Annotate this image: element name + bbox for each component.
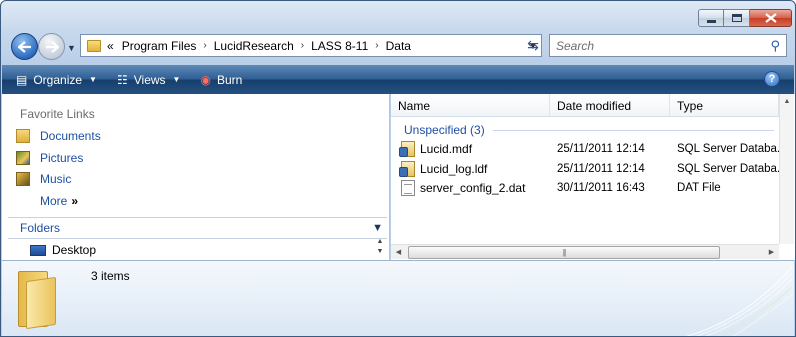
back-arrow-icon — [17, 40, 31, 53]
breadcrumb-separator[interactable]: › — [375, 40, 378, 51]
explorer-window: ▼ « Program Files › LucidResearch › LASS… — [0, 0, 796, 337]
refresh-icon: ⇆ — [527, 37, 539, 53]
column-header-name[interactable]: Name — [391, 94, 550, 117]
file-date: 30/11/2011 16:43 — [557, 182, 645, 194]
file-row[interactable]: Lucid.mdf 25/11/2011 12:14 SQL Server Da… — [391, 139, 779, 159]
favorite-label: Pictures — [40, 151, 84, 165]
navigation-scrollbar[interactable]: ▲ ▼ — [373, 237, 387, 259]
decorative-swoosh — [685, 266, 793, 336]
favorite-pictures[interactable]: Pictures — [16, 151, 83, 165]
file-date: 25/11/2011 12:14 — [557, 143, 645, 155]
file-name: Lucid.mdf — [420, 142, 473, 156]
forward-button[interactable] — [38, 33, 65, 60]
more-links[interactable]: More» — [40, 194, 78, 208]
views-menu[interactable]: ☷ Views ▼ — [111, 69, 186, 91]
chevron-down-icon: ▼ — [172, 75, 181, 84]
scroll-left-icon[interactable]: ◀ — [391, 248, 406, 256]
maximize-icon — [731, 14, 742, 22]
tree-item-desktop[interactable]: Desktop — [30, 243, 96, 257]
scroll-up-icon[interactable]: ▲ — [373, 237, 387, 247]
favorite-music[interactable]: Music — [16, 172, 71, 186]
scroll-right-icon[interactable]: ▶ — [764, 248, 779, 256]
scroll-up-icon[interactable]: ▲ — [780, 94, 794, 109]
refresh-button[interactable]: ⇆ — [518, 34, 548, 57]
help-button[interactable]: ? — [764, 71, 780, 87]
pictures-icon — [16, 151, 30, 165]
search-box[interactable]: Search ⚲ — [549, 34, 787, 57]
double-chevron-icon: » — [71, 194, 79, 208]
search-input[interactable]: Search — [556, 39, 594, 53]
organize-icon: ▤ — [16, 72, 28, 87]
minimize-icon — [706, 19, 716, 23]
forward-arrow-icon — [45, 40, 59, 53]
file-row[interactable]: server_config_2.dat 30/11/2011 16:43 DAT… — [391, 178, 779, 198]
dat-file-icon — [401, 180, 415, 196]
breadcrumb-separator[interactable]: › — [301, 40, 304, 51]
file-date: 25/11/2011 12:14 — [557, 163, 645, 175]
breadcrumb-separator[interactable]: › — [203, 40, 206, 51]
details-pane: 3 items — [2, 260, 794, 336]
breadcrumb-lass[interactable]: LASS 8-11 — [311, 39, 368, 53]
column-headers: Name Date modified Type — [391, 94, 779, 117]
favorite-label: Documents — [40, 129, 101, 143]
desktop-label: Desktop — [52, 243, 97, 257]
file-name: Lucid_log.ldf — [420, 162, 488, 176]
favorite-label: Music — [40, 172, 72, 186]
breadcrumb-lucidresearch[interactable]: LucidResearch — [214, 39, 294, 53]
chevron-down-icon: ▼ — [372, 222, 383, 234]
column-header-type[interactable]: Type — [670, 94, 779, 117]
command-bar: ▤ Organize ▼ ☷ Views ▼ ◉ Burn ? — [2, 65, 794, 94]
close-button[interactable] — [750, 9, 792, 27]
back-button[interactable] — [11, 33, 38, 60]
file-type: SQL Server Databa... — [677, 163, 779, 175]
window-controls — [698, 9, 792, 27]
favorite-documents[interactable]: Documents — [16, 129, 101, 143]
organize-menu[interactable]: ▤ Organize ▼ — [10, 69, 103, 91]
group-header[interactable]: Unspecified (3) — [404, 123, 774, 137]
group-divider — [492, 129, 774, 131]
views-label: Views — [133, 72, 166, 87]
search-icon[interactable]: ⚲ — [770, 38, 780, 54]
desktop-icon — [30, 244, 46, 256]
recent-pages-dropdown[interactable]: ▼ — [67, 43, 76, 53]
file-type: DAT File — [677, 182, 721, 194]
file-row[interactable]: Lucid_log.ldf 25/11/2011 12:14 SQL Serve… — [391, 159, 779, 179]
file-name: server_config_2.dat — [420, 181, 526, 195]
close-icon — [764, 13, 777, 23]
vertical-scrollbar[interactable]: ▲ — [779, 94, 794, 244]
breadcrumb-data[interactable]: Data — [386, 39, 411, 53]
database-file-icon — [399, 141, 415, 157]
favorite-links-heading: Favorite Links — [20, 107, 95, 121]
item-count: 3 items — [91, 269, 130, 283]
column-header-date[interactable]: Date modified — [550, 94, 670, 117]
music-icon — [16, 172, 30, 186]
address-bar[interactable]: « Program Files › LucidResearch › LASS 8… — [80, 34, 542, 57]
breadcrumb-overflow[interactable]: « — [107, 39, 114, 53]
file-type: SQL Server Databa... — [677, 143, 779, 155]
documents-icon — [16, 129, 30, 143]
views-icon: ☷ — [116, 72, 128, 87]
organize-label: Organize — [33, 72, 83, 87]
chevron-down-icon: ▼ — [89, 75, 97, 84]
group-label: Unspecified (3) — [404, 123, 485, 137]
folder-icon — [87, 39, 101, 52]
burn-icon: ◉ — [200, 72, 211, 87]
scroll-down-icon[interactable]: ▼ — [373, 247, 387, 257]
database-file-icon — [399, 161, 415, 177]
breadcrumb-program-files[interactable]: Program Files — [122, 39, 197, 53]
file-list: Name Date modified Type ▲ Unspecified (3… — [391, 94, 795, 260]
large-folder-icon — [18, 271, 60, 330]
horizontal-scrollbar[interactable]: ◀ ||| ▶ — [391, 244, 779, 259]
folders-toggle[interactable]: Folders ▼ — [8, 217, 387, 239]
folders-label: Folders — [20, 221, 61, 235]
navigation-pane: Favorite Links Documents Pictures Music … — [2, 94, 390, 260]
burn-button[interactable]: ◉ Burn — [194, 69, 248, 91]
scrollbar-thumb[interactable]: ||| — [408, 245, 720, 259]
maximize-button[interactable] — [724, 9, 750, 27]
burn-label: Burn — [216, 72, 243, 87]
help-icon: ? — [768, 73, 776, 85]
minimize-button[interactable] — [698, 9, 724, 27]
more-label: More — [40, 194, 68, 208]
